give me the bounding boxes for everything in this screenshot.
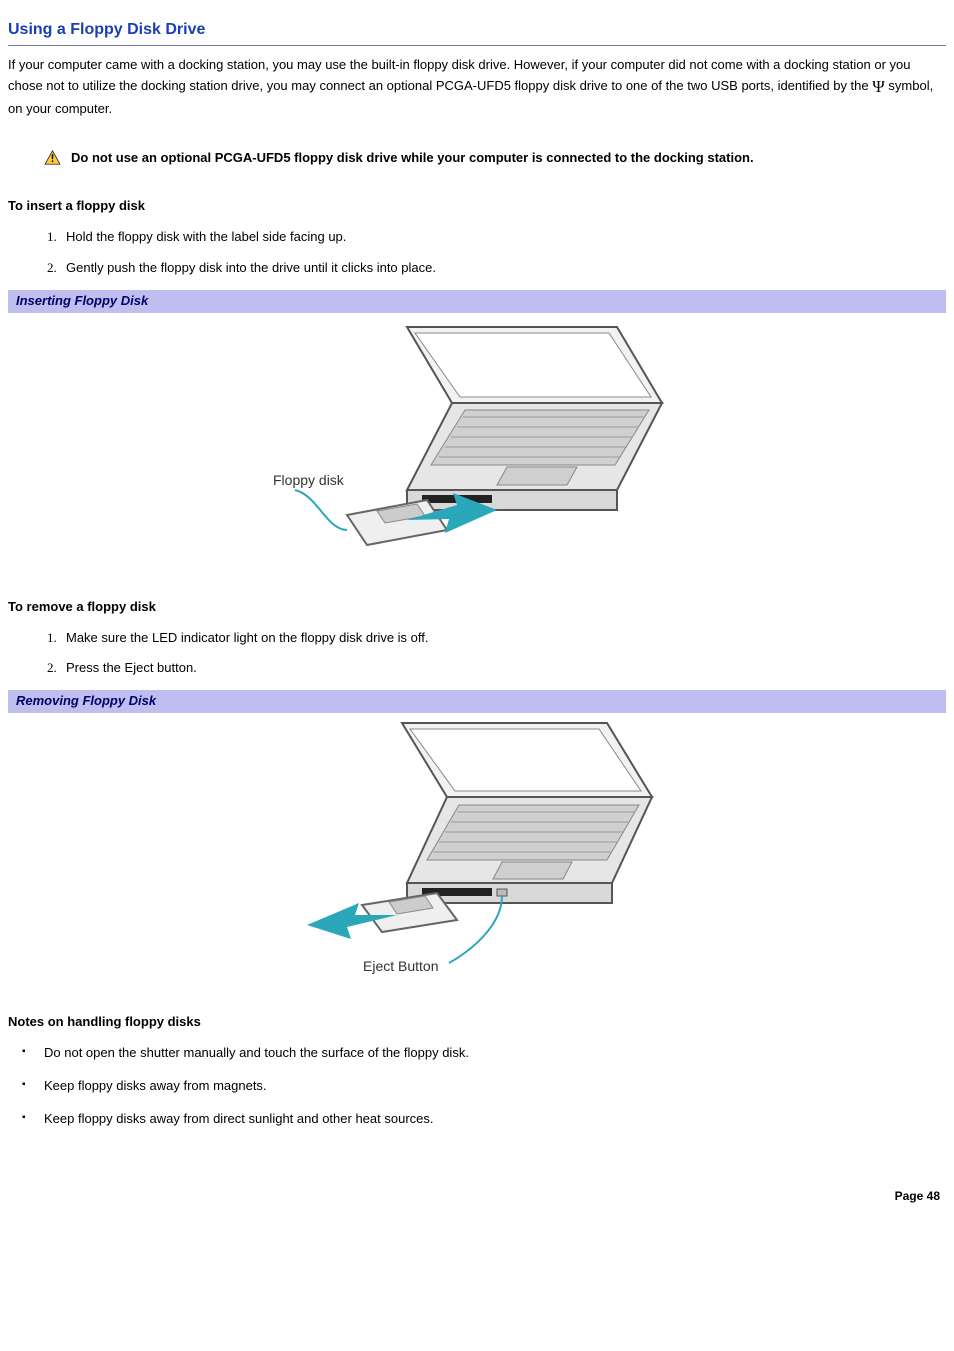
figure-insert-label: Floppy disk	[273, 472, 345, 488]
insert-steps-list: Hold the floppy disk with the label side…	[8, 228, 946, 278]
intro-paragraph: If your computer came with a docking sta…	[8, 56, 946, 118]
figure-remove-label: Eject Button	[363, 958, 439, 974]
intro-text-1: If your computer came with a docking sta…	[8, 57, 911, 93]
notes-heading: Notes on handling floppy disks	[8, 1013, 946, 1032]
warning-callout: Do not use an optional PCGA-UFD5 floppy …	[44, 149, 946, 168]
list-item: Gently push the floppy disk into the dri…	[60, 259, 946, 278]
warning-text: Do not use an optional PCGA-UFD5 floppy …	[71, 149, 754, 168]
list-item: Keep floppy disks away from magnets.	[22, 1077, 946, 1096]
list-item: Make sure the LED indicator light on the…	[60, 629, 946, 648]
page-title: Using a Floppy Disk Drive	[8, 18, 946, 41]
insert-heading: To insert a floppy disk	[8, 197, 946, 216]
title-divider	[8, 45, 946, 46]
figure-caption-insert: Inserting Floppy Disk	[8, 290, 946, 313]
warning-icon	[44, 150, 61, 165]
inserting-floppy-illustration: Floppy disk	[257, 315, 697, 570]
list-item: Keep floppy disks away from direct sunli…	[22, 1110, 946, 1129]
remove-heading: To remove a floppy disk	[8, 598, 946, 617]
figure-caption-remove: Removing Floppy Disk	[8, 690, 946, 713]
usb-symbol-icon: Ψ	[872, 77, 885, 96]
removing-floppy-illustration: Eject Button	[267, 715, 687, 985]
remove-steps-list: Make sure the LED indicator light on the…	[8, 629, 946, 679]
notes-list: Do not open the shutter manually and tou…	[8, 1044, 946, 1129]
page-number: Page 48	[8, 1188, 946, 1205]
figure-remove: Eject Button	[8, 715, 946, 985]
figure-insert: Floppy disk	[8, 315, 946, 570]
list-item: Do not open the shutter manually and tou…	[22, 1044, 946, 1063]
list-item: Press the Eject button.	[60, 659, 946, 678]
list-item: Hold the floppy disk with the label side…	[60, 228, 946, 247]
